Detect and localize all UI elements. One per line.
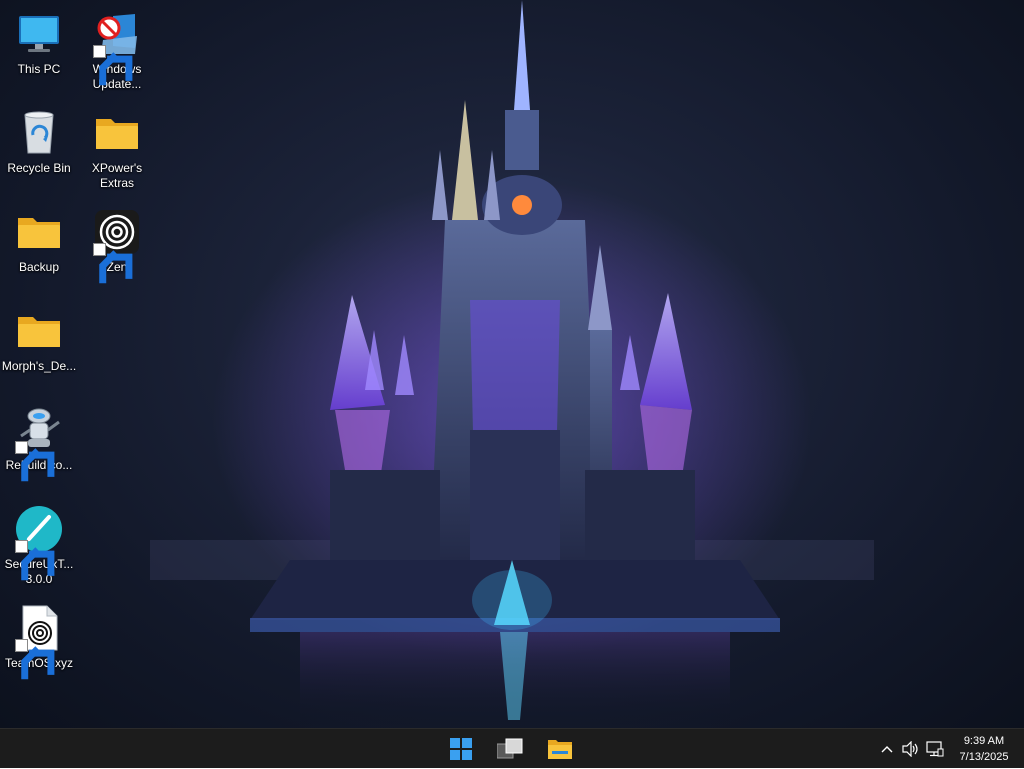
secureux-desktop-icon[interactable]: SecureUxT... 3.0.0 [1, 503, 77, 587]
network-button[interactable] [924, 729, 946, 769]
folder-icon [15, 208, 63, 256]
chevron-up-icon [881, 746, 893, 753]
shortcut-arrow-icon [15, 441, 55, 482]
this-pc-desktop-icon[interactable]: This PC [1, 8, 77, 77]
file-icon [15, 604, 63, 680]
folder-icon [15, 307, 63, 355]
system-tray: 9:39 AM 7/13/2025 [876, 729, 1024, 769]
show-hidden-icons-button[interactable] [876, 729, 898, 769]
desktop-icon-label: Backup [18, 260, 60, 274]
zen-desktop-icon[interactable]: Zen [79, 206, 155, 284]
folder-icon [93, 109, 141, 157]
volume-button[interactable] [900, 729, 922, 769]
taskbar: 9:39 AM 7/13/2025 [0, 728, 1024, 768]
clock-date: 7/13/2025 [959, 751, 1009, 763]
teamos-desktop-icon[interactable]: TeamOS.xyz [1, 602, 77, 680]
recycle-bin-desktop-icon[interactable]: Recycle Bin [1, 107, 77, 176]
robot-icon [15, 406, 63, 482]
desktop-icon-label: Morph's_De... [1, 359, 77, 373]
desktop[interactable]: This PC Windows Update... Recycle Bin XP… [0, 0, 1024, 728]
rebuildicon-desktop-icon[interactable]: RebuildIco... [1, 404, 77, 482]
desktop-icon-label: This PC [17, 62, 61, 76]
backup-folder[interactable]: Backup [1, 206, 77, 275]
windows-update-icon [93, 10, 141, 86]
file-explorer-icon [548, 740, 572, 759]
desktop-icon-label: Recycle Bin [7, 161, 71, 175]
monitor-icon [15, 10, 63, 58]
task-view-icon [497, 738, 523, 759]
shortcut-arrow-icon [15, 639, 55, 680]
volume-icon [902, 741, 918, 757]
network-icon [926, 741, 944, 757]
shortcut-arrow-icon [93, 243, 133, 284]
clock[interactable]: 9:39 AM 7/13/2025 [948, 733, 1020, 765]
shortcut-arrow-icon [15, 540, 55, 581]
task-view-button[interactable] [490, 733, 530, 765]
xpowers-extras-folder[interactable]: XPower's Extras [79, 107, 155, 191]
clock-time: 9:39 AM [963, 735, 1005, 747]
start-button[interactable] [441, 733, 481, 765]
file-explorer-button[interactable] [540, 733, 580, 765]
zen-icon [93, 208, 141, 284]
desktop-icon-label: XPower's Extras [91, 161, 143, 190]
shortcut-arrow-icon [93, 45, 133, 86]
recycle-bin-icon [15, 109, 63, 157]
secureux-icon [15, 505, 63, 581]
morphs-folder[interactable]: Morph's_De... [1, 305, 77, 374]
windows-start-icon [450, 738, 472, 760]
windows-update-desktop-icon[interactable]: Windows Update... [79, 8, 155, 92]
